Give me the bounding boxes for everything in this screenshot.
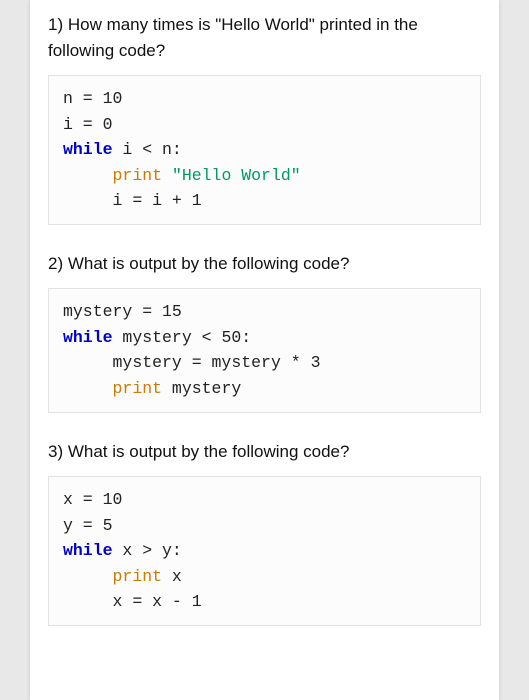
code-token: =: [73, 115, 103, 134]
code-indent: [63, 567, 113, 586]
question-2-text: 2) What is output by the following code?: [48, 251, 481, 277]
question-3-text: 3) What is output by the following code?: [48, 439, 481, 465]
code-token: 1: [192, 592, 202, 611]
code-keyword: while: [63, 328, 113, 347]
code-token: 10: [103, 490, 123, 509]
question-1-code: n = 10 i = 0 while i < n: print "Hello W…: [48, 75, 481, 225]
code-token: mystery: [162, 379, 241, 398]
code-token: 15: [162, 302, 182, 321]
question-3-code: x = 10 y = 5 while x > y: print x x = x …: [48, 476, 481, 626]
code-indent: [63, 592, 113, 611]
code-indent: [63, 191, 113, 210]
code-token: =: [73, 89, 103, 108]
code-token: :: [241, 328, 251, 347]
code-token: i < n:: [113, 140, 182, 159]
code-token: 0: [103, 115, 113, 134]
code-keyword: print: [113, 166, 163, 185]
question-2-code: mystery = 15 while mystery < 50: mystery…: [48, 288, 481, 412]
code-token: 3: [311, 353, 321, 372]
code-token: [162, 166, 172, 185]
code-indent: [63, 379, 113, 398]
code-token: mystery <: [113, 328, 222, 347]
code-token: 5: [103, 516, 113, 535]
code-token: 1: [192, 191, 202, 210]
code-keyword: while: [63, 541, 113, 560]
code-token: x > y:: [113, 541, 182, 560]
document-page: 1) How many times is "Hello World" print…: [30, 0, 499, 700]
code-keyword: print: [113, 379, 163, 398]
code-token: n: [63, 89, 73, 108]
code-token: i = i +: [113, 191, 192, 210]
code-token: mystery =: [63, 302, 162, 321]
code-keyword: print: [113, 567, 163, 586]
code-token: i: [63, 115, 73, 134]
code-token: x =: [63, 490, 103, 509]
code-indent: [63, 353, 113, 372]
code-token: 50: [221, 328, 241, 347]
code-token: 10: [103, 89, 123, 108]
question-1-text: 1) How many times is "Hello World" print…: [48, 12, 481, 63]
code-token: y =: [63, 516, 103, 535]
code-token: mystery = mystery *: [113, 353, 311, 372]
code-token: x: [162, 567, 182, 586]
code-string: "Hello World": [172, 166, 301, 185]
code-indent: [63, 166, 113, 185]
code-token: x = x -: [113, 592, 192, 611]
code-keyword: while: [63, 140, 113, 159]
